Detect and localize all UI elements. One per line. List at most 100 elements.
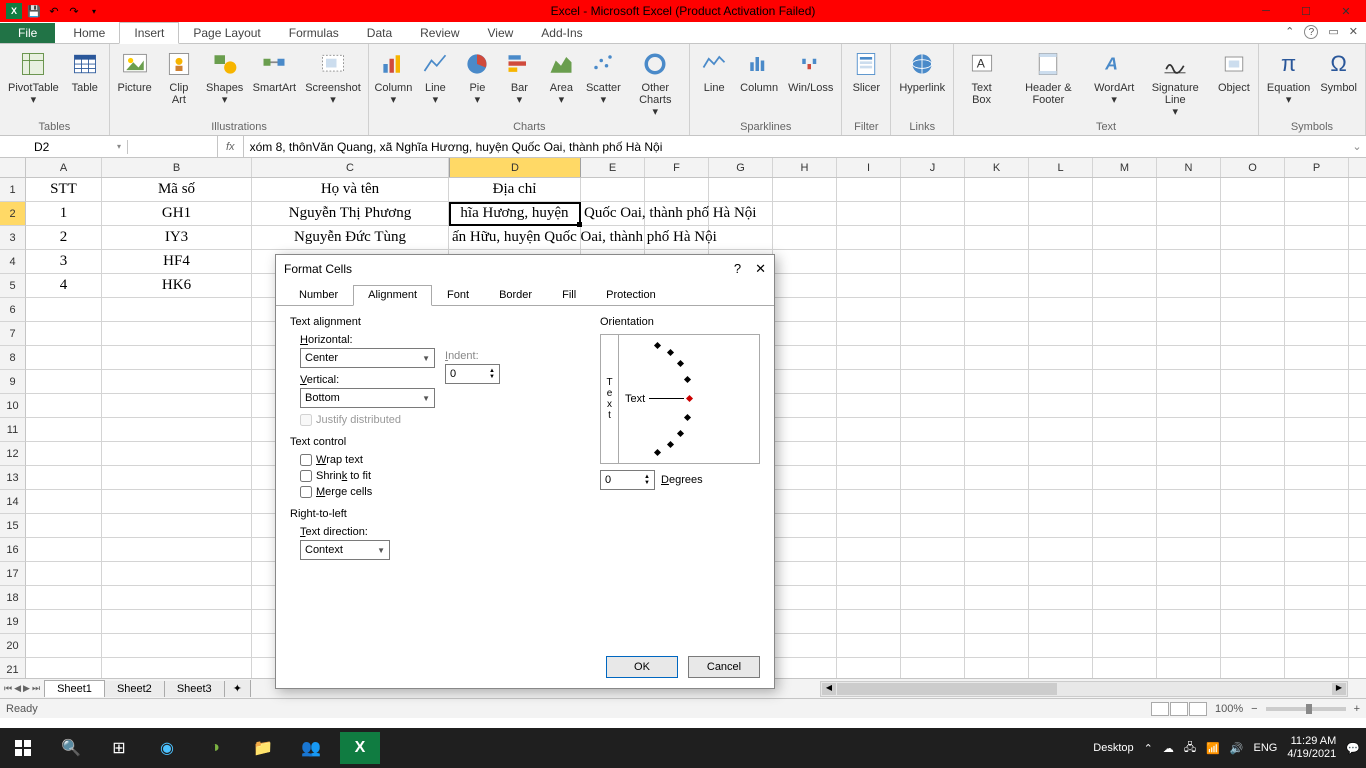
dialog-titlebar[interactable]: Format Cells ? ✕ <box>276 255 774 283</box>
zoom-out-button[interactable]: − <box>1251 703 1257 715</box>
view-pagebreak-button[interactable] <box>1189 702 1207 716</box>
row-header-20[interactable]: 20 <box>0 634 26 658</box>
window-restore-icon[interactable]: ▭ <box>1328 25 1338 39</box>
sheet-tab-1[interactable]: Sheet1 <box>44 680 105 697</box>
window-close-icon[interactable]: ✕ <box>1349 25 1358 39</box>
sheet-nav-next-icon[interactable]: ▶ <box>23 683 30 694</box>
col-header-B[interactable]: B <box>102 158 252 177</box>
close-button[interactable]: ✕ <box>1326 0 1366 22</box>
sheet-tab-2[interactable]: Sheet2 <box>105 681 165 697</box>
start-button[interactable] <box>0 728 46 768</box>
tab-formulas[interactable]: Formulas <box>275 23 353 43</box>
dialog-tab-fill[interactable]: Fill <box>547 285 591 305</box>
formula-input[interactable]: xóm 8, thônVăn Quang, xã Nghĩa Hương, hu… <box>244 140 1348 154</box>
area-chart-button[interactable]: Area▾ <box>541 46 581 108</box>
object-button[interactable]: Object <box>1214 46 1254 96</box>
row-header-10[interactable]: 10 <box>0 394 26 418</box>
tab-page-layout[interactable]: Page Layout <box>179 23 274 43</box>
zoom-slider[interactable] <box>1266 707 1346 711</box>
dialog-close-icon[interactable]: ✕ <box>755 261 766 277</box>
col-header-F[interactable]: F <box>645 158 709 177</box>
file-explorer-icon[interactable]: 📁 <box>240 728 286 768</box>
vertical-select[interactable]: Bottom▼ <box>300 388 435 408</box>
dialog-tab-number[interactable]: Number <box>284 285 353 305</box>
sheet-tab-3[interactable]: Sheet3 <box>165 681 225 697</box>
scatter-chart-button[interactable]: Scatter▾ <box>583 46 623 108</box>
cell-C2[interactable]: Nguyễn Thị Phương <box>252 202 449 225</box>
formula-expand-icon[interactable]: ⌄ <box>1348 140 1366 153</box>
maximize-button[interactable]: ☐ <box>1286 0 1326 22</box>
cell-A4[interactable]: 3 <box>26 250 102 273</box>
row-header-11[interactable]: 11 <box>0 418 26 442</box>
tab-data[interactable]: Data <box>353 23 406 43</box>
pie-chart-button[interactable]: Pie▾ <box>457 46 497 108</box>
cell-C1[interactable]: Họ và tên <box>252 178 449 201</box>
tray-volume-icon[interactable]: 🔊 <box>1230 742 1244 755</box>
cancel-button[interactable]: Cancel <box>688 656 760 678</box>
tab-addins[interactable]: Add-Ins <box>527 23 596 43</box>
cell-C3[interactable]: Nguyễn Đức Tùng <box>252 226 449 249</box>
col-header-J[interactable]: J <box>901 158 965 177</box>
other-charts-button[interactable]: Other Charts▾ <box>625 46 685 120</box>
indent-spinner[interactable]: 0▲▼ <box>445 364 500 384</box>
cell-A3[interactable]: 2 <box>26 226 102 249</box>
tray-chevron-icon[interactable]: ⌃ <box>1144 742 1153 755</box>
cell-A1[interactable]: STT <box>26 178 102 201</box>
ok-button[interactable]: OK <box>606 656 678 678</box>
signature-line-button[interactable]: Signature Line▾ <box>1139 46 1212 120</box>
new-sheet-button[interactable]: ✦ <box>225 680 251 697</box>
cell-B4[interactable]: HF4 <box>102 250 252 273</box>
row-header-16[interactable]: 16 <box>0 538 26 562</box>
help-icon[interactable]: ? <box>1304 25 1318 39</box>
table-button[interactable]: Table <box>65 46 105 96</box>
row-header-18[interactable]: 18 <box>0 586 26 610</box>
shrink-to-fit-checkbox[interactable] <box>300 470 312 482</box>
edge-icon[interactable]: ◉ <box>144 728 190 768</box>
sheet-nav-last-icon[interactable]: ⏭ <box>32 683 40 694</box>
cell-B1[interactable]: Mã số <box>102 178 252 201</box>
tab-home[interactable]: Home <box>59 23 119 43</box>
picture-button[interactable]: Picture <box>114 46 156 96</box>
row-header-7[interactable]: 7 <box>0 322 26 346</box>
clipart-button[interactable]: Clip Art <box>157 46 200 108</box>
cell-A2[interactable]: 1 <box>26 202 102 225</box>
col-header-E[interactable]: E <box>581 158 645 177</box>
row-header-14[interactable]: 14 <box>0 490 26 514</box>
row-header-15[interactable]: 15 <box>0 514 26 538</box>
cell-A5[interactable]: 4 <box>26 274 102 297</box>
row-header-17[interactable]: 17 <box>0 562 26 586</box>
col-header-H[interactable]: H <box>773 158 837 177</box>
col-header-G[interactable]: G <box>709 158 773 177</box>
cell-B2[interactable]: GH1 <box>102 202 252 225</box>
row-header-8[interactable]: 8 <box>0 346 26 370</box>
slicer-button[interactable]: Slicer <box>846 46 886 96</box>
column-chart-button[interactable]: Column▾ <box>373 46 413 108</box>
view-pagelayout-button[interactable] <box>1170 702 1188 716</box>
dialog-tab-border[interactable]: Border <box>484 285 547 305</box>
tab-review[interactable]: Review <box>406 23 473 43</box>
task-view-icon[interactable]: ⊞ <box>96 728 142 768</box>
shapes-button[interactable]: Shapes▾ <box>202 46 247 108</box>
col-header-A[interactable]: A <box>26 158 102 177</box>
tray-language[interactable]: ENG <box>1254 742 1278 754</box>
qat-dropdown-icon[interactable]: ▾ <box>86 3 102 19</box>
textbox-button[interactable]: AText Box <box>958 46 1005 108</box>
row-header-2[interactable]: 2 <box>0 202 26 226</box>
tab-insert[interactable]: Insert <box>119 22 179 44</box>
col-header-I[interactable]: I <box>837 158 901 177</box>
cell-D2[interactable]: hĩa Hương, huyện <box>449 202 581 225</box>
col-header-N[interactable]: N <box>1157 158 1221 177</box>
row-header-13[interactable]: 13 <box>0 466 26 490</box>
dialog-help-icon[interactable]: ? <box>734 261 741 277</box>
orient-vertical-text[interactable]: Text <box>601 335 619 463</box>
symbol-button[interactable]: ΩSymbol <box>1316 46 1361 96</box>
headerfooter-button[interactable]: Header & Footer <box>1007 46 1090 108</box>
col-header-M[interactable]: M <box>1093 158 1157 177</box>
horizontal-scrollbar[interactable]: ◀▶ <box>820 681 1348 697</box>
zoom-in-button[interactable]: + <box>1354 703 1360 715</box>
orient-arc[interactable]: Text <box>619 335 759 463</box>
dialog-tab-protection[interactable]: Protection <box>591 285 671 305</box>
text-direction-select[interactable]: Context▼ <box>300 540 390 560</box>
horizontal-select[interactable]: Center▼ <box>300 348 435 368</box>
merge-cells-checkbox[interactable] <box>300 486 312 498</box>
